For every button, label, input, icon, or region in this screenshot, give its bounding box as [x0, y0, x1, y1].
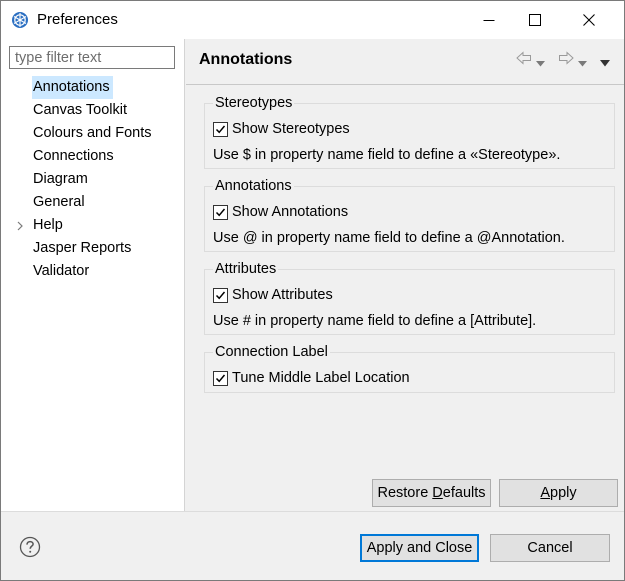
show-attributes-checkbox[interactable]: Show Attributes — [213, 286, 333, 304]
checkbox-box[interactable] — [213, 204, 228, 220]
tree-item-label: Diagram — [33, 171, 88, 187]
button-label: Restore Defaults — [377, 485, 486, 501]
window-title: Preferences — [37, 11, 118, 28]
group-title: Connection Label — [213, 343, 330, 361]
preference-tree: Annotations Canvas Toolkit Colours and F… — [1, 76, 184, 283]
minimize-icon — [483, 14, 495, 26]
back-history-dropdown-icon[interactable] — [536, 55, 545, 71]
checkbox-box[interactable] — [213, 287, 228, 303]
tree-item-annotations[interactable]: Annotations — [1, 76, 184, 99]
back-arrow-icon[interactable] — [516, 51, 532, 69]
tree-item-label: General — [33, 194, 85, 210]
filter-input[interactable] — [9, 46, 175, 69]
tree-item-jasper-reports[interactable]: Jasper Reports — [1, 237, 184, 260]
cancel-button[interactable]: Cancel — [490, 534, 610, 562]
tree-item-connections[interactable]: Connections — [1, 145, 184, 168]
preference-page: Annotations Stereotypes Show Stereotypes… — [186, 39, 624, 511]
header-separator — [186, 84, 624, 85]
tree-item-label: Connections — [33, 148, 114, 164]
page-title: Annotations — [199, 51, 293, 68]
checkbox-box[interactable] — [213, 121, 228, 137]
minimize-button[interactable] — [466, 1, 512, 39]
checkbox-label: Show Attributes — [232, 287, 333, 303]
chevron-right-icon[interactable] — [16, 214, 26, 237]
group-title: Stereotypes — [213, 94, 295, 112]
preference-tree-panel: Annotations Canvas Toolkit Colours and F… — [1, 39, 185, 511]
stereotypes-group: Stereotypes Show Stereotypes Use $ in pr… — [204, 94, 615, 169]
apply-and-close-button[interactable]: Apply and Close — [360, 534, 479, 562]
maximize-button[interactable] — [512, 1, 558, 39]
attributes-group: Attributes Show Attributes Use # in prop… — [204, 260, 615, 335]
annotations-group: Annotations Show Annotations Use @ in pr… — [204, 177, 615, 252]
title-bar: Preferences — [1, 1, 624, 39]
annotations-hint: Use @ in property name field to define a… — [213, 230, 565, 246]
checkbox-box[interactable] — [213, 370, 228, 386]
show-stereotypes-checkbox[interactable]: Show Stereotypes — [213, 120, 350, 138]
connection-label-group: Connection Label Tune Middle Label Locat… — [204, 343, 615, 393]
tree-item-validator[interactable]: Validator — [1, 260, 184, 283]
group-title: Attributes — [213, 260, 279, 278]
checkbox-label: Tune Middle Label Location — [232, 370, 410, 386]
close-icon — [583, 14, 595, 26]
eclipse-app-icon — [11, 11, 29, 29]
tree-item-label: Jasper Reports — [33, 240, 132, 256]
tree-item-help[interactable]: Help — [1, 214, 184, 237]
show-annotations-checkbox[interactable]: Show Annotations — [213, 203, 348, 221]
dialog-footer: Apply and Close Cancel — [1, 512, 624, 580]
checkmark-icon — [215, 291, 226, 299]
checkbox-label: Show Annotations — [232, 204, 349, 220]
checkmark-icon — [215, 125, 226, 133]
checkbox-label: Show Stereotypes — [232, 121, 350, 137]
tree-item-label: Validator — [33, 263, 90, 279]
page-header: Annotations — [186, 39, 624, 84]
tune-middle-label-location-checkbox[interactable]: Tune Middle Label Location — [213, 369, 410, 387]
tree-item-label: Annotations — [32, 76, 113, 99]
preferences-dialog: Preferences Annotations Canvas Toolkit — [0, 0, 625, 581]
help-icon[interactable] — [19, 536, 41, 558]
tree-item-label: Colours and Fonts — [33, 125, 152, 141]
checkmark-icon — [215, 374, 226, 382]
stereotypes-hint: Use $ in property name field to define a… — [213, 147, 561, 163]
checkmark-icon — [215, 208, 226, 216]
tree-item-general[interactable]: General — [1, 191, 184, 214]
close-button[interactable] — [566, 1, 612, 39]
tree-item-label: Help — [33, 217, 63, 233]
maximize-icon — [529, 14, 541, 26]
view-menu-icon[interactable] — [600, 55, 610, 71]
group-title: Annotations — [213, 177, 294, 195]
restore-defaults-button[interactable]: Restore Defaults — [372, 479, 491, 507]
attributes-hint: Use # in property name field to define a… — [213, 313, 537, 329]
button-label: Apply — [540, 485, 577, 501]
tree-item-colours-and-fonts[interactable]: Colours and Fonts — [1, 122, 184, 145]
forward-arrow-icon[interactable] — [558, 51, 574, 69]
forward-history-dropdown-icon[interactable] — [578, 55, 587, 71]
tree-item-canvas-toolkit[interactable]: Canvas Toolkit — [1, 99, 184, 122]
apply-button[interactable]: Apply — [499, 479, 618, 507]
tree-item-label: Canvas Toolkit — [33, 102, 128, 118]
tree-item-diagram[interactable]: Diagram — [1, 168, 184, 191]
